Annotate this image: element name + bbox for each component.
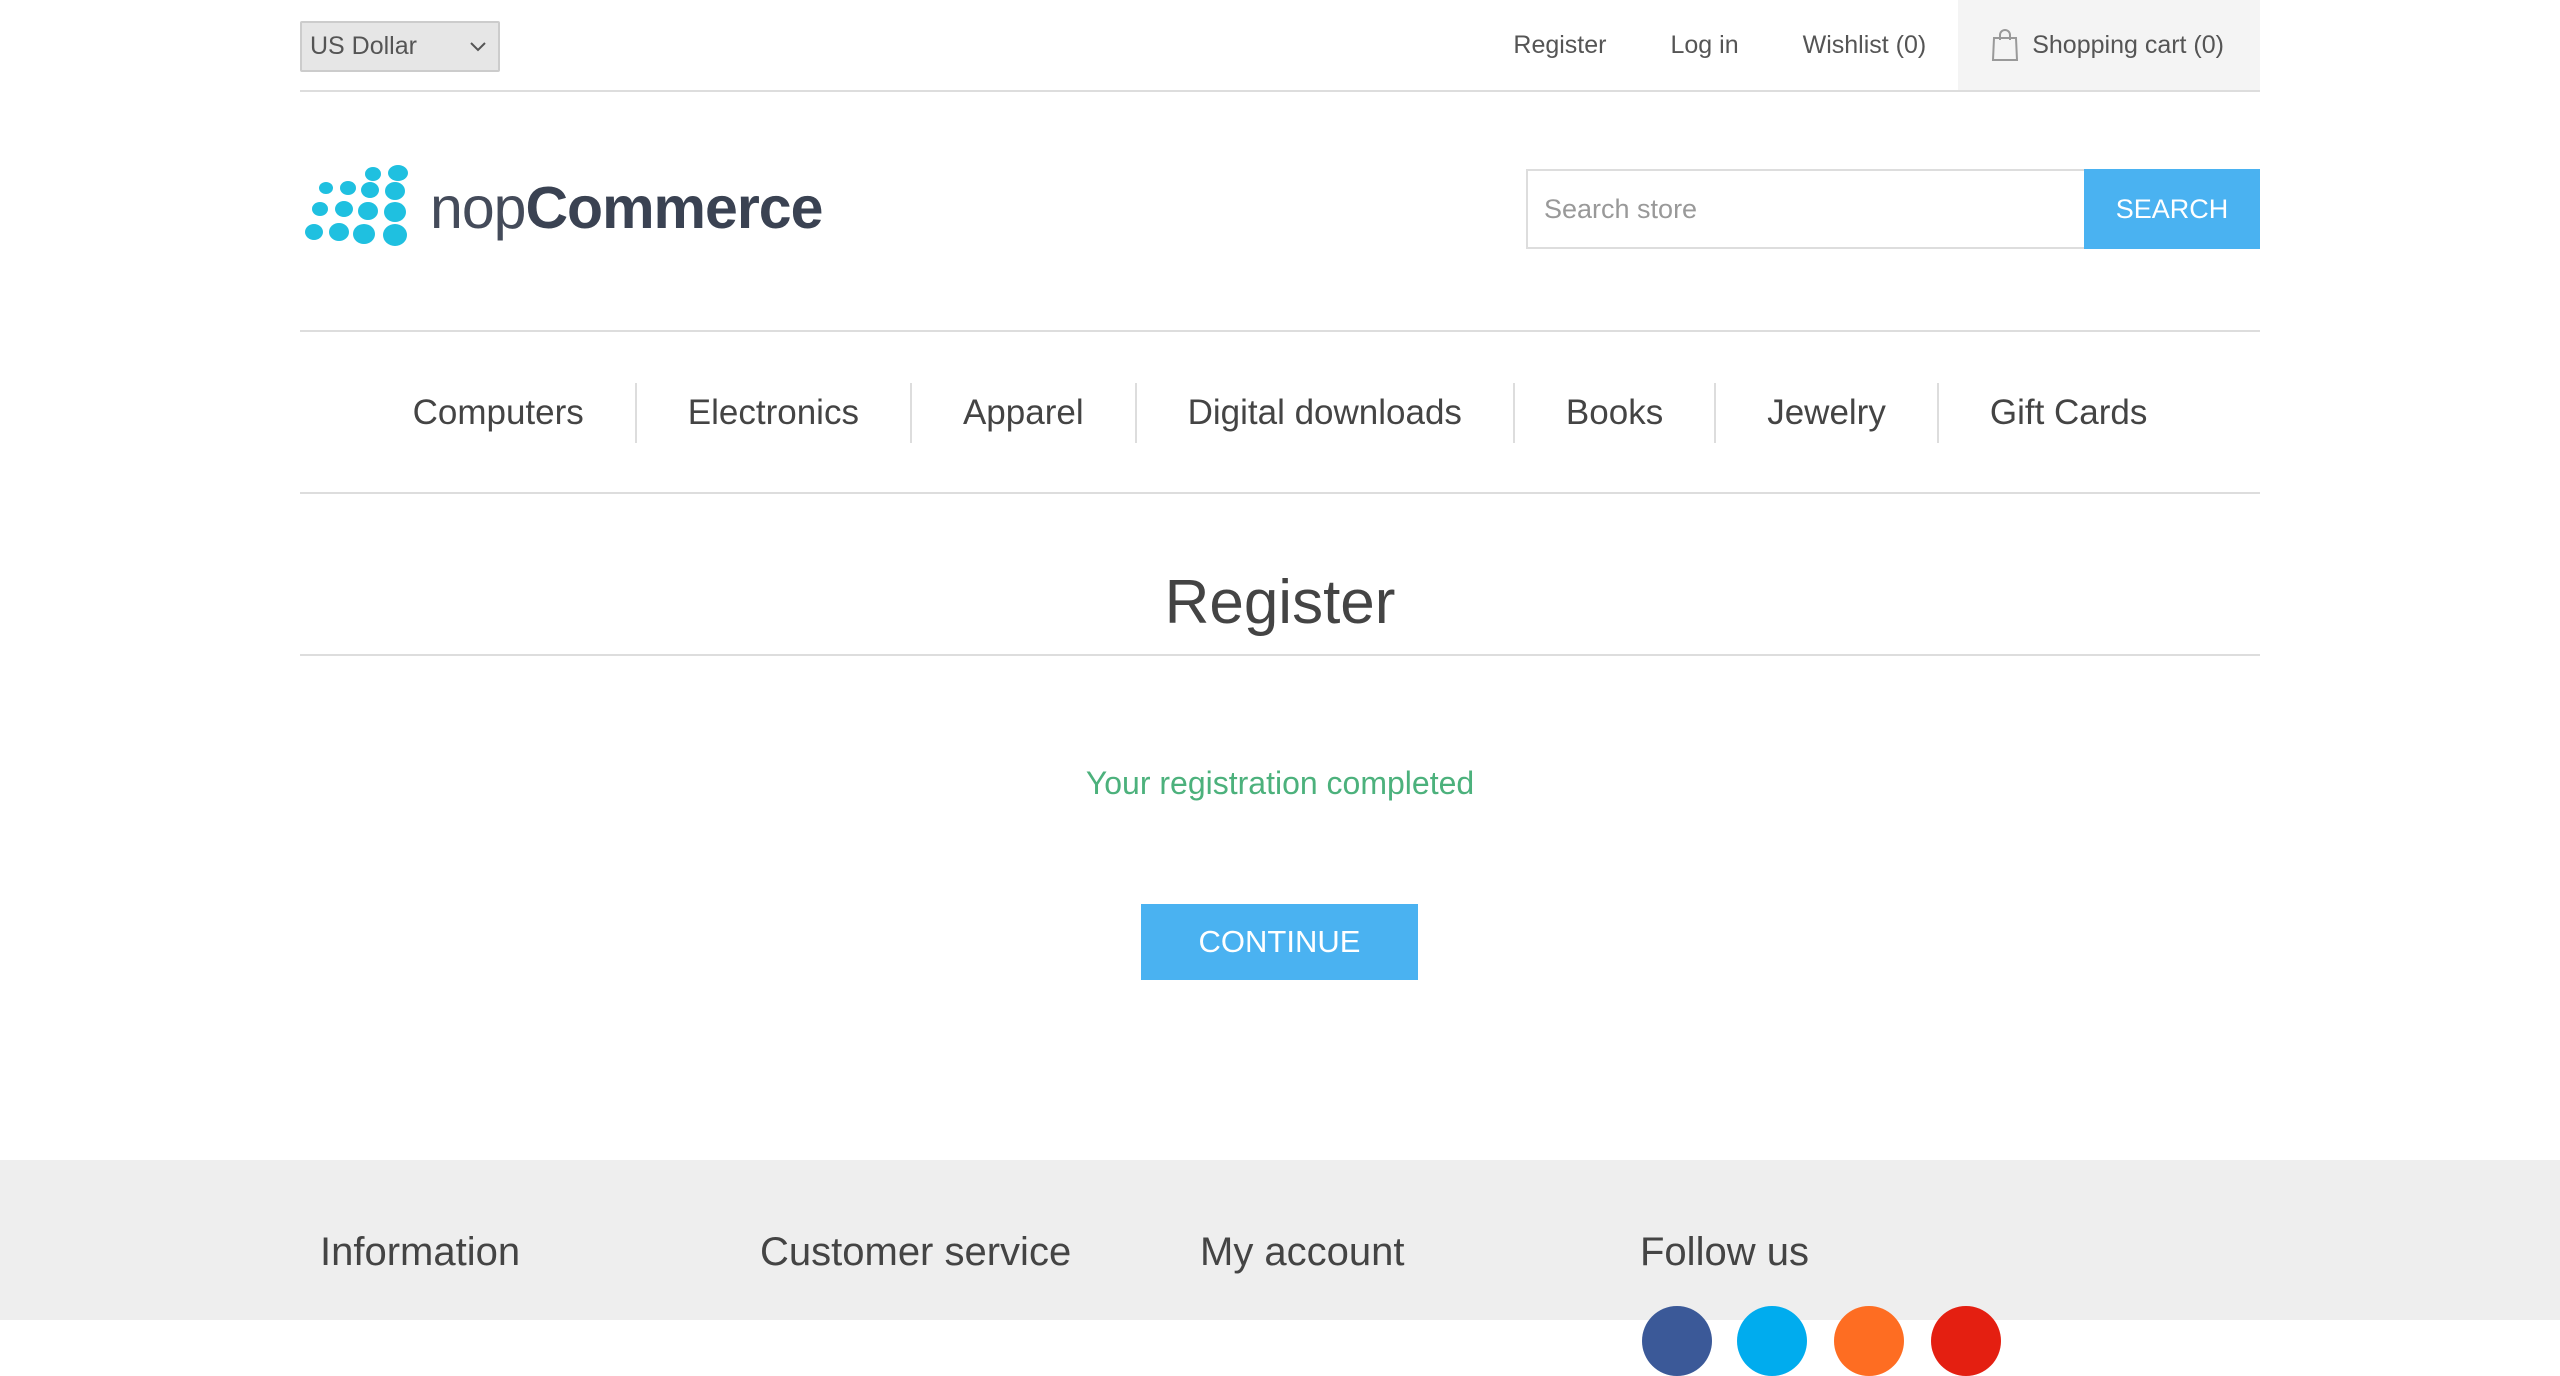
continue-button[interactable]: Continue bbox=[1141, 904, 1418, 980]
footer: Information Customer service My account … bbox=[0, 1160, 2560, 1376]
menu-item-electronics[interactable]: Electronics bbox=[637, 393, 910, 433]
login-link[interactable]: Log in bbox=[1670, 31, 1738, 60]
currency-selector-value: US Dollar bbox=[310, 32, 417, 60]
page-title: Register bbox=[1164, 568, 1396, 637]
shopping-cart-label: Shopping cart (0) bbox=[2032, 30, 2224, 59]
shopping-cart-link[interactable]: Shopping cart (0) bbox=[1958, 0, 2260, 90]
header-links: Register Log in Wishlist (0) Shopping ca… bbox=[1513, 0, 2260, 90]
facebook-icon[interactable] bbox=[1642, 1306, 1712, 1376]
register-link[interactable]: Register bbox=[1513, 31, 1606, 60]
menu-item-jewelry[interactable]: Jewelry bbox=[1716, 393, 1937, 433]
footer-my-account-title: My account bbox=[1200, 1230, 1405, 1274]
nopcommerce-logo-icon bbox=[305, 165, 408, 246]
footer-customer-service-title: Customer service bbox=[760, 1230, 1072, 1274]
wishlist-link[interactable]: Wishlist (0) bbox=[1803, 31, 1927, 60]
footer-information-title: Information bbox=[320, 1230, 521, 1274]
chevron-down-icon bbox=[468, 37, 488, 57]
header-lower: nopCommerce Search bbox=[300, 92, 2260, 332]
logo-text: nopCommerce bbox=[430, 174, 823, 241]
footer-follow-us-title: Follow us bbox=[1640, 1230, 1809, 1274]
currency-selector[interactable]: US Dollar bbox=[300, 21, 500, 72]
top-menu: Computers Electronics Apparel Digital do… bbox=[300, 334, 2260, 494]
youtube-icon[interactable] bbox=[1931, 1306, 2001, 1376]
twitter-icon[interactable] bbox=[1737, 1306, 1807, 1376]
rss-icon[interactable] bbox=[1834, 1306, 1904, 1376]
menu-item-computers[interactable]: Computers bbox=[362, 393, 635, 433]
search-input[interactable] bbox=[1526, 169, 2084, 249]
registration-result-message: Your registration completed bbox=[1085, 765, 1475, 801]
menu-item-gift-cards[interactable]: Gift Cards bbox=[1939, 393, 2199, 433]
page-title-bar: Register bbox=[300, 560, 2260, 656]
store-logo[interactable]: nopCommerce bbox=[300, 164, 823, 252]
search-box: Search bbox=[1526, 169, 2260, 249]
menu-item-books[interactable]: Books bbox=[1515, 393, 1714, 433]
header-upper: US Dollar Register Log in Wishlist (0) S… bbox=[300, 0, 2260, 92]
menu-item-digital-downloads[interactable]: Digital downloads bbox=[1137, 393, 1513, 433]
menu-item-apparel[interactable]: Apparel bbox=[912, 393, 1135, 433]
search-button[interactable]: Search bbox=[2084, 169, 2260, 249]
shopping-bag-icon bbox=[1992, 29, 2019, 61]
